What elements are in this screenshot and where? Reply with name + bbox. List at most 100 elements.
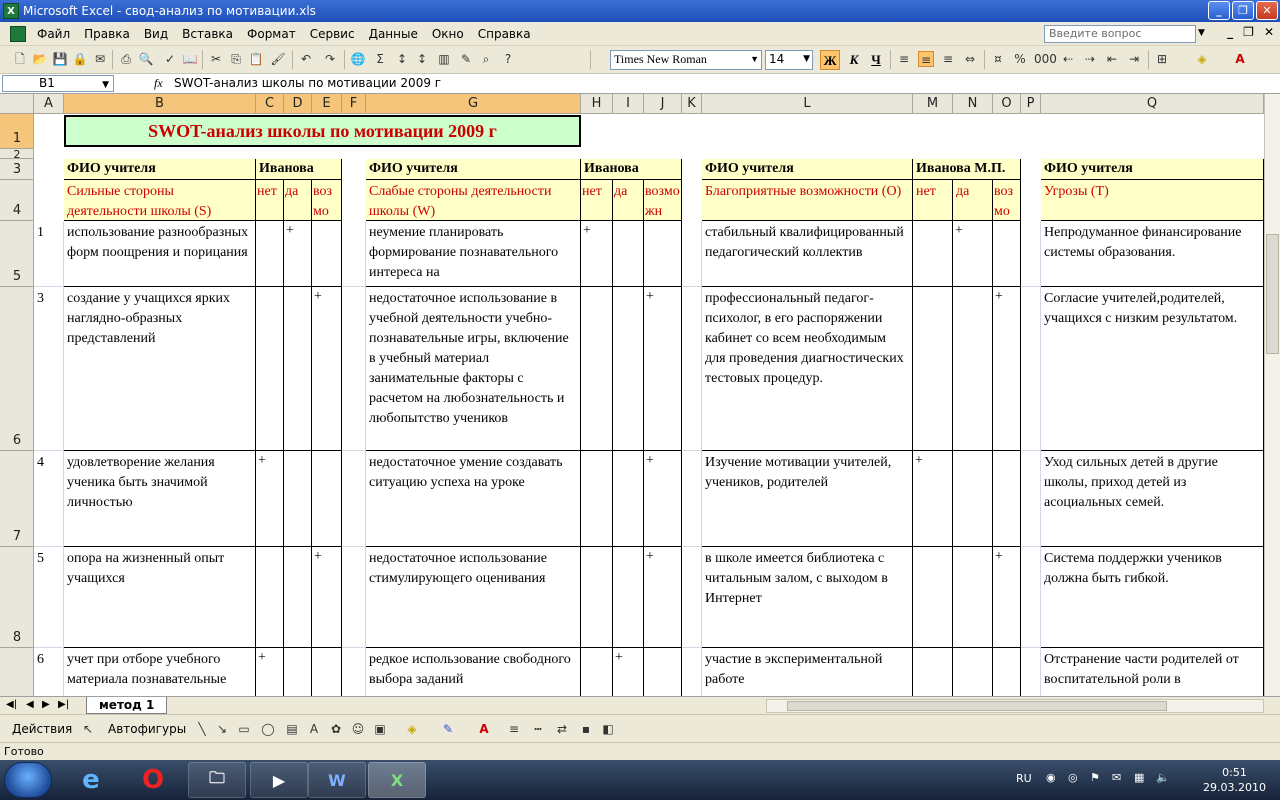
menu-format[interactable]: Формат bbox=[240, 27, 303, 41]
flag-icon[interactable]: ⚑ bbox=[1090, 771, 1100, 784]
ie-icon[interactable]: e bbox=[62, 762, 120, 798]
empty-cell[interactable] bbox=[682, 547, 702, 648]
borders-icon[interactable]: ⊞ bbox=[1154, 51, 1170, 67]
horizontal-scrollbar[interactable] bbox=[766, 699, 1264, 713]
sheet-tab-metod-1[interactable]: метод 1 bbox=[86, 697, 168, 714]
vertical-scroll-thumb[interactable] bbox=[1266, 234, 1279, 354]
empty-cell[interactable] bbox=[1021, 451, 1041, 547]
w-da-mark-cell[interactable] bbox=[613, 221, 644, 287]
weaknesses-header[interactable]: Слабые стороны деятельности школы (W) bbox=[366, 180, 581, 221]
s-vozmo-header[interactable]: возмо bbox=[312, 180, 342, 221]
opportunity-cell[interactable]: участие в экспериментальной работе bbox=[702, 648, 913, 696]
opera-icon[interactable]: O bbox=[124, 762, 182, 798]
menu-help[interactable]: Справка bbox=[471, 27, 538, 41]
menu-edit[interactable]: Правка bbox=[77, 27, 137, 41]
col-header-g[interactable]: G bbox=[366, 94, 581, 114]
cut-icon[interactable]: ✂ bbox=[208, 51, 224, 67]
tray-app-icon[interactable]: ◉ bbox=[1046, 771, 1056, 784]
currency-icon[interactable]: ¤ bbox=[990, 51, 1006, 67]
excel-app-icon[interactable]: X bbox=[3, 3, 19, 19]
print-icon[interactable]: ⎙ bbox=[118, 51, 134, 67]
worksheet-grid[interactable]: A B C D E F G H I J K L M N O P Q 1 2 3 … bbox=[0, 94, 1264, 696]
opportunities-header[interactable]: Благоприятные возможности (O) bbox=[702, 180, 913, 221]
s-net-mark-cell[interactable] bbox=[256, 221, 284, 287]
line-color-icon[interactable]: ✎ bbox=[440, 721, 456, 737]
s-net-mark-cell[interactable] bbox=[256, 547, 284, 648]
prev-sheet-icon[interactable]: ◀ bbox=[26, 699, 34, 710]
vertical-scrollbar[interactable] bbox=[1264, 94, 1280, 696]
strength-cell[interactable]: учет при отборе учебного материала позна… bbox=[64, 648, 256, 696]
help-dropdown-icon[interactable]: ▼ bbox=[1198, 28, 1205, 38]
underline-button[interactable]: Ч bbox=[866, 50, 886, 70]
w-da-mark-cell[interactable] bbox=[613, 451, 644, 547]
w-da-mark-cell[interactable] bbox=[613, 287, 644, 451]
threat-cell[interactable]: Непродуманное финансирование системы обр… bbox=[1041, 221, 1264, 287]
opportunity-cell[interactable]: Изучение мотивации учителей, учеников, р… bbox=[702, 451, 913, 547]
volume-icon[interactable]: 🔈 bbox=[1156, 771, 1170, 784]
o-da-mark-cell[interactable] bbox=[953, 287, 993, 451]
bold-button[interactable]: Ж bbox=[820, 50, 840, 70]
w-net-header[interactable]: нет bbox=[581, 180, 613, 221]
s-vozmo-mark-cell[interactable]: + bbox=[312, 287, 342, 451]
w-net-mark-cell[interactable]: + bbox=[581, 221, 613, 287]
s-vozmo-mark-cell[interactable] bbox=[312, 648, 342, 696]
w-net-mark-cell[interactable] bbox=[581, 648, 613, 696]
formula-input[interactable]: SWOT-анализ школы по мотивации 2009 г bbox=[174, 76, 441, 90]
tray-app-icon[interactable]: ◎ bbox=[1068, 771, 1078, 784]
line-icon[interactable]: ╲ bbox=[194, 721, 210, 737]
undo-icon[interactable]: ↶ bbox=[298, 51, 314, 67]
o-net-mark-cell[interactable] bbox=[913, 648, 953, 696]
empty-cell[interactable] bbox=[682, 287, 702, 451]
row-header-6[interactable]: 6 bbox=[0, 287, 34, 451]
merge-center-icon[interactable]: ⇔ bbox=[962, 51, 978, 67]
col-header-e[interactable]: E bbox=[312, 94, 342, 114]
clipart-icon[interactable]: ☺ bbox=[350, 721, 366, 737]
o-vozmo-mark-cell[interactable]: + bbox=[993, 547, 1021, 648]
align-left-icon[interactable]: ≡ bbox=[896, 51, 912, 67]
o-net-mark-cell[interactable] bbox=[913, 287, 953, 451]
w-vozmozhn-header[interactable]: возможн bbox=[644, 180, 682, 221]
strength-cell[interactable]: опора на жизненный опыт учащихся bbox=[64, 547, 256, 648]
o-vozmo-mark-cell[interactable] bbox=[993, 221, 1021, 287]
sort-asc-icon[interactable]: ↕ bbox=[394, 51, 410, 67]
w-da-header[interactable]: да bbox=[613, 180, 644, 221]
3d-icon[interactable]: ◧ bbox=[600, 721, 616, 737]
weakness-cell[interactable]: недостаточное использование в учебной де… bbox=[366, 287, 581, 451]
align-center-icon[interactable]: ≡ bbox=[918, 51, 934, 67]
col-header-d[interactable]: D bbox=[284, 94, 312, 114]
textbox-icon[interactable]: ▤ bbox=[284, 721, 300, 737]
w-da-mark-cell[interactable] bbox=[613, 547, 644, 648]
s-vozmo-mark-cell[interactable] bbox=[312, 221, 342, 287]
opportunity-cell[interactable]: профессиональный педагог-психолог, в его… bbox=[702, 287, 913, 451]
last-sheet-icon[interactable]: ▶| bbox=[58, 699, 69, 710]
w-vozmo-mark-cell[interactable] bbox=[644, 648, 682, 696]
fio-label-w[interactable]: ФИО учителя bbox=[366, 159, 581, 180]
name-box-dropdown-icon[interactable]: ▼ bbox=[102, 78, 109, 93]
empty-cell[interactable] bbox=[342, 287, 366, 451]
col-header-k[interactable]: K bbox=[682, 94, 702, 114]
w-net-mark-cell[interactable] bbox=[581, 287, 613, 451]
menu-data[interactable]: Данные bbox=[362, 27, 425, 41]
row-header-4[interactable]: 4 bbox=[0, 180, 34, 221]
picture-icon[interactable]: ▣ bbox=[372, 721, 388, 737]
autosum-icon[interactable]: Σ bbox=[372, 51, 388, 67]
col-header-o[interactable]: O bbox=[993, 94, 1021, 114]
threat-cell[interactable]: Согласие учителей,родителей, учащихся с … bbox=[1041, 287, 1264, 451]
row-number-cell[interactable]: 4 bbox=[34, 451, 64, 547]
fill-color-icon[interactable]: ◈ bbox=[1194, 51, 1210, 67]
start-button[interactable] bbox=[4, 762, 52, 798]
empty-cell[interactable] bbox=[342, 648, 366, 696]
font-size-select[interactable]: 14 ▼ bbox=[765, 50, 813, 70]
media-player-icon[interactable]: ▶ bbox=[250, 762, 308, 798]
name-box[interactable]: B1 ▼ bbox=[2, 75, 114, 92]
explorer-icon[interactable]: 🗀 bbox=[188, 762, 246, 798]
fio-label-t[interactable]: ФИО учителя bbox=[1041, 159, 1264, 180]
fx-icon[interactable]: fx bbox=[154, 76, 163, 91]
empty-cell[interactable] bbox=[342, 221, 366, 287]
permission-icon[interactable]: 🔒 bbox=[72, 51, 88, 67]
doc-restore-button[interactable]: ❐ bbox=[1243, 25, 1254, 39]
s-da-mark-cell[interactable] bbox=[284, 547, 312, 648]
drawing-icon[interactable]: ✎ bbox=[458, 51, 474, 67]
font-name-select[interactable]: Times New Roman ▼ bbox=[610, 50, 762, 70]
italic-button[interactable]: К bbox=[844, 50, 864, 70]
